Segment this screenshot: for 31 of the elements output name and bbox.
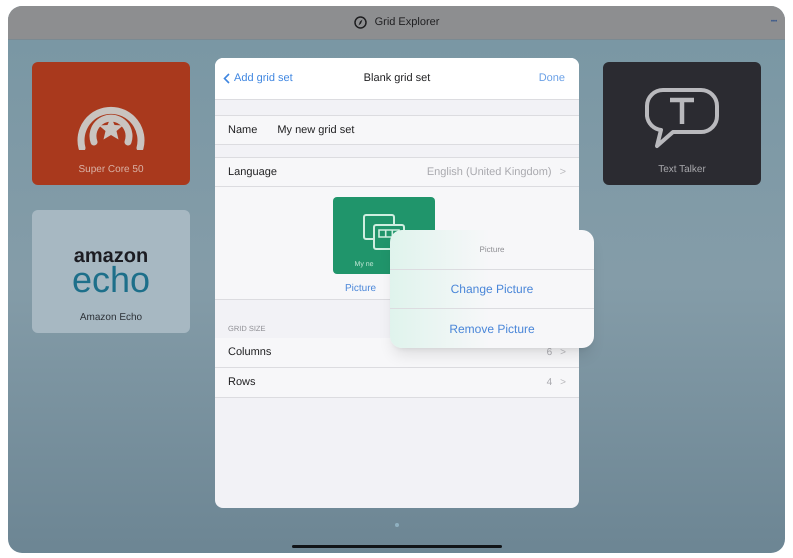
- name-label: Name: [228, 122, 258, 138]
- compass-icon: [354, 16, 367, 29]
- name-field[interactable]: My new grid set: [277, 122, 354, 138]
- grid-set-tile[interactable]: Super Core 50: [32, 62, 190, 185]
- popover-title: Picture: [480, 244, 504, 256]
- chevron: >: [560, 346, 566, 360]
- grid-set-tile[interactable]: Text Talker: [603, 62, 761, 185]
- row-label: Rows: [228, 375, 256, 390]
- chevron: >: [560, 376, 566, 390]
- chevron-left-icon: [223, 73, 230, 84]
- speech-bubble-icon: [643, 86, 721, 150]
- done-button[interactable]: Done: [538, 70, 565, 87]
- tile-label: Text Talker: [658, 163, 706, 177]
- amazon-echo-logo: amazon echo: [72, 246, 150, 298]
- language-value: English (United Kingdom): [426, 164, 552, 180]
- back-button[interactable]: Add grid set: [223, 70, 293, 87]
- popover-action[interactable]: Change Picture: [390, 270, 594, 309]
- name-row[interactable]: Name My new grid set: [215, 115, 579, 145]
- chevron: >: [560, 164, 566, 180]
- language-row[interactable]: Language English (United Kingdom) >: [215, 157, 579, 187]
- tile-label: Super Core 50: [78, 163, 144, 177]
- dialog-title: Blank grid set: [364, 71, 430, 86]
- tile-label: Amazon Echo: [80, 311, 142, 325]
- grid-size-row[interactable]: Rows 4 >: [215, 368, 579, 398]
- window-title: Grid Explorer: [374, 15, 440, 30]
- picture-link[interactable]: Picture: [345, 281, 376, 296]
- row-label: Columns: [228, 345, 272, 360]
- row-value: 6: [546, 346, 552, 360]
- row-value: 4: [546, 376, 552, 390]
- language-label: Language: [228, 164, 277, 180]
- grid-set-tile[interactable]: amazon echo Amazon Echo: [32, 210, 190, 333]
